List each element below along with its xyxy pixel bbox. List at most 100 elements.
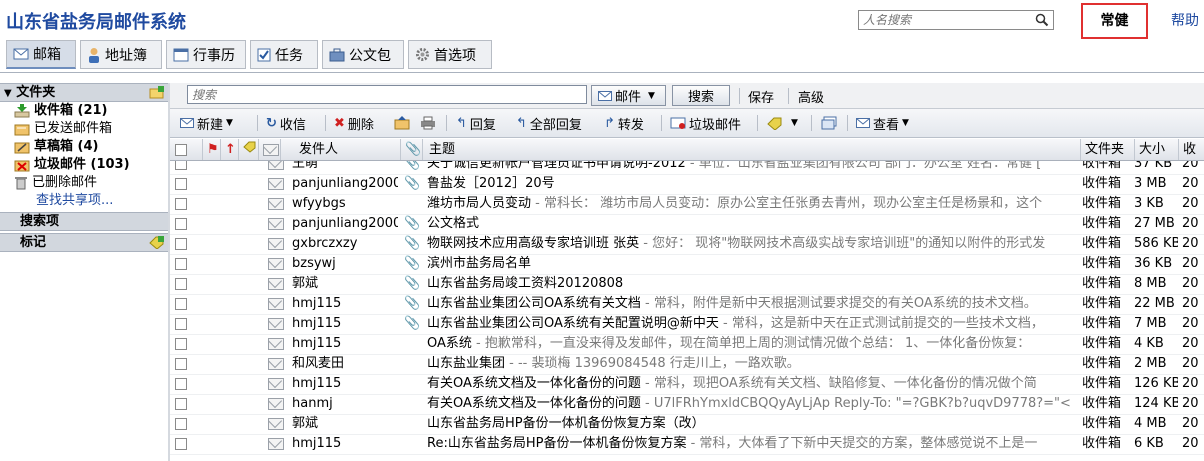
sidebar-item-sent[interactable]: 已发送邮件箱 (0, 120, 168, 138)
tab-briefcase[interactable]: 公文包 (322, 40, 404, 69)
size: 124 KB (1134, 396, 1178, 411)
message-row[interactable]: 郭斌 山东省盐务局HP备份一体机备份恢复方案（改） 收件箱 4 MB 20 (170, 414, 1204, 435)
flag-column[interactable]: ⚑ (202, 139, 220, 160)
message-row[interactable]: hmj115 📎 山东省盐业集团公司OA系统有关文档 - 常科，附件是新中天根据测试… (170, 294, 1204, 315)
mail-search-box[interactable] (187, 85, 587, 104)
row-checkbox[interactable] (175, 177, 187, 190)
people-search-input[interactable] (859, 11, 1033, 29)
header-divider (0, 72, 1204, 73)
row-checkbox[interactable] (175, 217, 187, 230)
message-row[interactable]: gxbrczxzy 📎 物联网技术应用高级专家培训班 张英 - 您好： 现将"物联网… (170, 234, 1204, 255)
tab-contacts[interactable]: 地址簿 (80, 40, 162, 69)
tab-calendar[interactable]: 行事历 (166, 40, 246, 69)
delete-button[interactable]: ✖ 删除 (334, 114, 374, 133)
message-row[interactable]: wfyybgs 潍坊市局人员变动 - 常科长： 潍坊市局人员变动：原办公室主任张勇… (170, 194, 1204, 215)
sidebar-item-label: 收件箱 (21) (34, 103, 108, 118)
sender: 王萌 (292, 161, 319, 171)
message-row[interactable]: hmj115 📎 山东省盐业集团公司OA系统有关配置说明@新中天 - 常科，这是新中… (170, 314, 1204, 335)
message-row[interactable]: panjunliang2000 📎 鲁盐发［2012］20号 收件箱 3 MB 20 (170, 174, 1204, 195)
priority-column[interactable]: ↑ (220, 139, 238, 160)
new-tag-icon[interactable] (149, 236, 164, 249)
print-button[interactable] (420, 114, 436, 132)
tab-tasks[interactable]: 任务 (250, 40, 318, 69)
message-row[interactable]: hmj115 OA系统 - 抱歉常科，一直没来得及发邮件，现在简单把上周的测试情况… (170, 334, 1204, 355)
sender: panjunliang2000 (292, 216, 398, 231)
message-row[interactable]: hanmj 有关OA系统文档及一体化备份的问题 - U7lFRhYmxldCBQQ… (170, 394, 1204, 415)
message-row[interactable]: hmj115 Re:山东省盐务局HP备份一体机备份恢复方案 - 常科，大体看了下新… (170, 434, 1204, 455)
size-column-header[interactable]: 大小 (1134, 139, 1178, 160)
help-link[interactable]: 帮助 (1171, 10, 1199, 30)
folders-header[interactable]: ▼ 文件夹 (0, 83, 168, 102)
row-checkbox[interactable] (175, 357, 187, 370)
save-search-link[interactable]: 保存 (748, 87, 774, 106)
divider (739, 88, 740, 104)
received-column-header[interactable]: 收 (1178, 139, 1204, 160)
message-row[interactable]: 郭斌 📎 山东省盐务局竣工资料20120808 收件箱 8 MB 20 (170, 274, 1204, 295)
message-row[interactable]: 和风麦田 山东盐业集团 - -- 裴琐梅 13969084548 行走川上，一路欢… (170, 354, 1204, 375)
new-folder-icon[interactable] (149, 86, 164, 99)
sidebar-item-drafts[interactable]: 草稿箱 (4) (0, 138, 168, 156)
tags-header[interactable]: 标记 (0, 233, 168, 252)
people-search-box[interactable] (858, 10, 1054, 30)
subject: 滨州市盐务局名单 (427, 254, 1077, 274)
attachment-column[interactable]: 📎 (400, 139, 422, 160)
search-scope-label: 邮件 (615, 90, 642, 105)
row-checkbox[interactable] (175, 337, 187, 350)
row-checkbox[interactable] (175, 317, 187, 330)
search-icon[interactable] (1035, 13, 1049, 27)
mail-search-input[interactable] (188, 86, 582, 103)
advanced-search-link[interactable]: 高级 (798, 87, 824, 106)
tab-mail[interactable]: 邮箱 (6, 40, 76, 69)
message-row[interactable]: hmj115 有关OA系统文档及一体化备份的问题 - 常科，现把OA系统有关文档、… (170, 374, 1204, 395)
subject-text: Re:山东省盐务局HP备份一体机备份恢复方案 (427, 436, 687, 451)
folder-move-icon (394, 116, 410, 130)
tab-preferences[interactable]: 首选项 (408, 40, 492, 69)
row-checkbox[interactable] (175, 161, 187, 170)
sidebar-item-inbox[interactable]: 收件箱 (21) (0, 102, 168, 120)
row-checkbox[interactable] (175, 237, 187, 250)
sender-column-header[interactable]: 发件人 (280, 139, 400, 160)
move-to-folder-button[interactable] (394, 114, 410, 132)
reply-button[interactable]: ↰ 回复 (456, 114, 496, 133)
receive-button[interactable]: ↻ 收信 (266, 114, 306, 133)
collapse-triangle-icon[interactable]: ▼ (4, 88, 12, 99)
row-checkbox[interactable] (175, 417, 187, 430)
folder-column-header[interactable]: 文件夹 (1080, 139, 1134, 160)
message-row[interactable]: 王萌 📎 关于诚信更新帐户管理员证书申请说明-2012 - 单位：山东省盐业集团有限… (170, 161, 1204, 175)
searches-header[interactable]: 搜索项 (0, 212, 168, 231)
subject: 鲁盐发［2012］20号 (427, 174, 1077, 194)
sidebar-item-junk[interactable]: 垃圾邮件 (103) (0, 156, 168, 174)
reply-all-button[interactable]: ↰ 全部回复 (516, 114, 582, 133)
search-scope-dropdown[interactable]: 邮件 ▼ (591, 85, 666, 106)
forward-button[interactable]: ↱ 转发 (604, 114, 644, 133)
row-checkbox[interactable] (175, 377, 187, 390)
user-name[interactable]: 常健 (1081, 3, 1148, 39)
row-checkbox[interactable] (175, 257, 187, 270)
new-button[interactable]: 新建 ▼ (180, 114, 233, 133)
view-button[interactable]: 查看 ▼ (856, 114, 909, 133)
message-row[interactable]: bzsywj 📎 滨州市盐务局名单 收件箱 36 KB 20 (170, 254, 1204, 275)
row-checkbox[interactable] (175, 397, 187, 410)
status-column[interactable] (258, 139, 280, 160)
inbox-icon (14, 104, 30, 118)
find-shared-link[interactable]: 查找共享项... (0, 192, 168, 210)
delete-label: 删除 (347, 117, 374, 133)
tag-column[interactable] (238, 139, 258, 160)
junk-button[interactable]: 垃圾邮件 (670, 114, 741, 133)
new-window-button[interactable] (821, 114, 837, 132)
message-row[interactable]: panjunliang2000 📎 公文格式 收件箱 27 MB 20 (170, 214, 1204, 235)
sidebar-item-trash[interactable]: 已删除邮件 (0, 174, 168, 192)
divider (847, 115, 848, 131)
row-checkbox[interactable] (175, 297, 187, 310)
search-button[interactable]: 搜索 (672, 85, 730, 106)
row-checkbox[interactable] (175, 197, 187, 210)
sidebar-splitter[interactable] (168, 83, 170, 461)
refresh-icon: ↻ (266, 115, 277, 131)
row-checkbox[interactable] (175, 277, 187, 290)
select-all-column[interactable] (170, 139, 190, 160)
subject-text: 山东省盐务局HP备份一体机备份恢复方案（改） (427, 416, 705, 431)
tag-button[interactable]: ▼ (767, 114, 798, 132)
select-all-checkbox[interactable] (175, 143, 187, 156)
row-checkbox[interactable] (175, 437, 187, 450)
subject-column-header[interactable]: 主题 (422, 139, 1080, 160)
